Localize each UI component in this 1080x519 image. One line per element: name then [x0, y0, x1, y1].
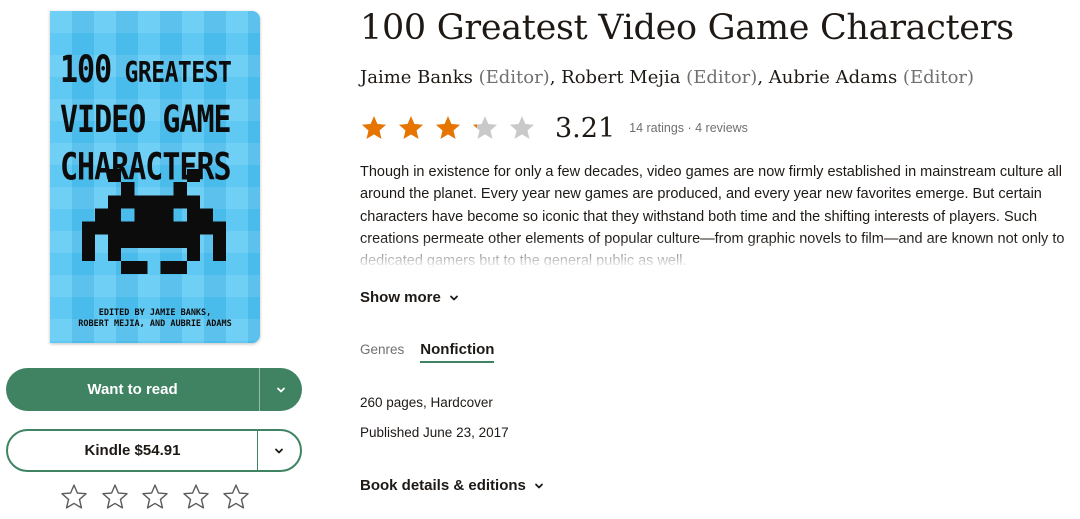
cover-title-word: GREATEST [124, 57, 232, 90]
book-title: 100 Greatest Video Game Characters [360, 8, 1014, 48]
average-rating: 3.21 [555, 112, 616, 144]
cover-credit-line1: EDITED BY JAMIE BANKS, [98, 308, 212, 318]
book-description: Though in existence for only a few decad… [360, 164, 1065, 268]
rating-summary: 3.21 14 ratings · 4 reviews [360, 109, 748, 147]
genres-label: Genres [360, 342, 405, 357]
pages-format: 260 pages, Hardcover [360, 395, 493, 410]
ratings-reviews-count[interactable]: 14 ratings · 4 reviews [629, 121, 748, 135]
buy-options-dropdown-button[interactable] [257, 431, 300, 470]
chevron-down-icon [534, 483, 543, 488]
star-outline-icon[interactable] [141, 483, 169, 511]
book-cover[interactable]: 100 GREATEST VIDEO GAME CHARACTERS EDITE… [50, 11, 260, 343]
author-role: (Editor) [897, 67, 975, 88]
star-icon [398, 116, 424, 139]
want-to-read-button[interactable]: Want to read [6, 368, 302, 411]
cover-title-line2: VIDEO GAME [60, 98, 232, 142]
author-name[interactable]: Aubrie Adams [769, 67, 897, 88]
book-details-label[interactable]: Book details & editions [360, 477, 526, 494]
show-more-button[interactable]: Show more [360, 289, 459, 306]
star-icon [509, 116, 535, 139]
kindle-buy-button[interactable]: Kindle $54.91 [6, 429, 302, 472]
star-outline-icon[interactable] [182, 483, 210, 511]
genres-list: Genres Nonfiction [360, 341, 495, 363]
author-role: (Editor) [472, 67, 550, 88]
cover-credit-line2: ROBERT MEJIA, AND AUBRIE ADAMS [78, 319, 232, 329]
star-icon [472, 116, 498, 139]
author-name[interactable]: Robert Mejia [561, 67, 680, 88]
star-icon [361, 116, 387, 139]
book-details-button[interactable]: Book details & editions [360, 477, 544, 494]
cover-title-number: 100 [60, 48, 112, 92]
cover-credit: EDITED BY JAMIE BANKS, ROBERT MEJIA, AND… [50, 308, 260, 330]
star-outline-icon[interactable] [101, 483, 129, 511]
average-rating-stars [360, 114, 545, 142]
chevron-down-icon [275, 448, 283, 453]
rate-this-book[interactable] [60, 483, 250, 511]
author-role: (Editor) [680, 67, 758, 88]
shelf-dropdown-button[interactable] [259, 368, 302, 411]
publication-date: Published June 23, 2017 [360, 425, 509, 440]
star-icon [435, 116, 461, 139]
star-outline-icon[interactable] [60, 483, 88, 511]
chevron-down-icon [277, 387, 285, 392]
star-outline-icon[interactable] [222, 483, 250, 511]
genre-tag-nonfiction[interactable]: Nonfiction [420, 341, 495, 363]
author-name[interactable]: Jaime Banks [360, 67, 473, 88]
want-to-read-label[interactable]: Want to read [6, 381, 259, 398]
space-invader-icon [81, 169, 227, 274]
kindle-price-label[interactable]: Kindle $54.91 [8, 442, 257, 459]
chevron-down-icon [449, 295, 458, 300]
contributors-list: Jaime Banks (Editor), Robert Mejia (Edit… [360, 67, 975, 88]
show-more-label[interactable]: Show more [360, 289, 441, 306]
